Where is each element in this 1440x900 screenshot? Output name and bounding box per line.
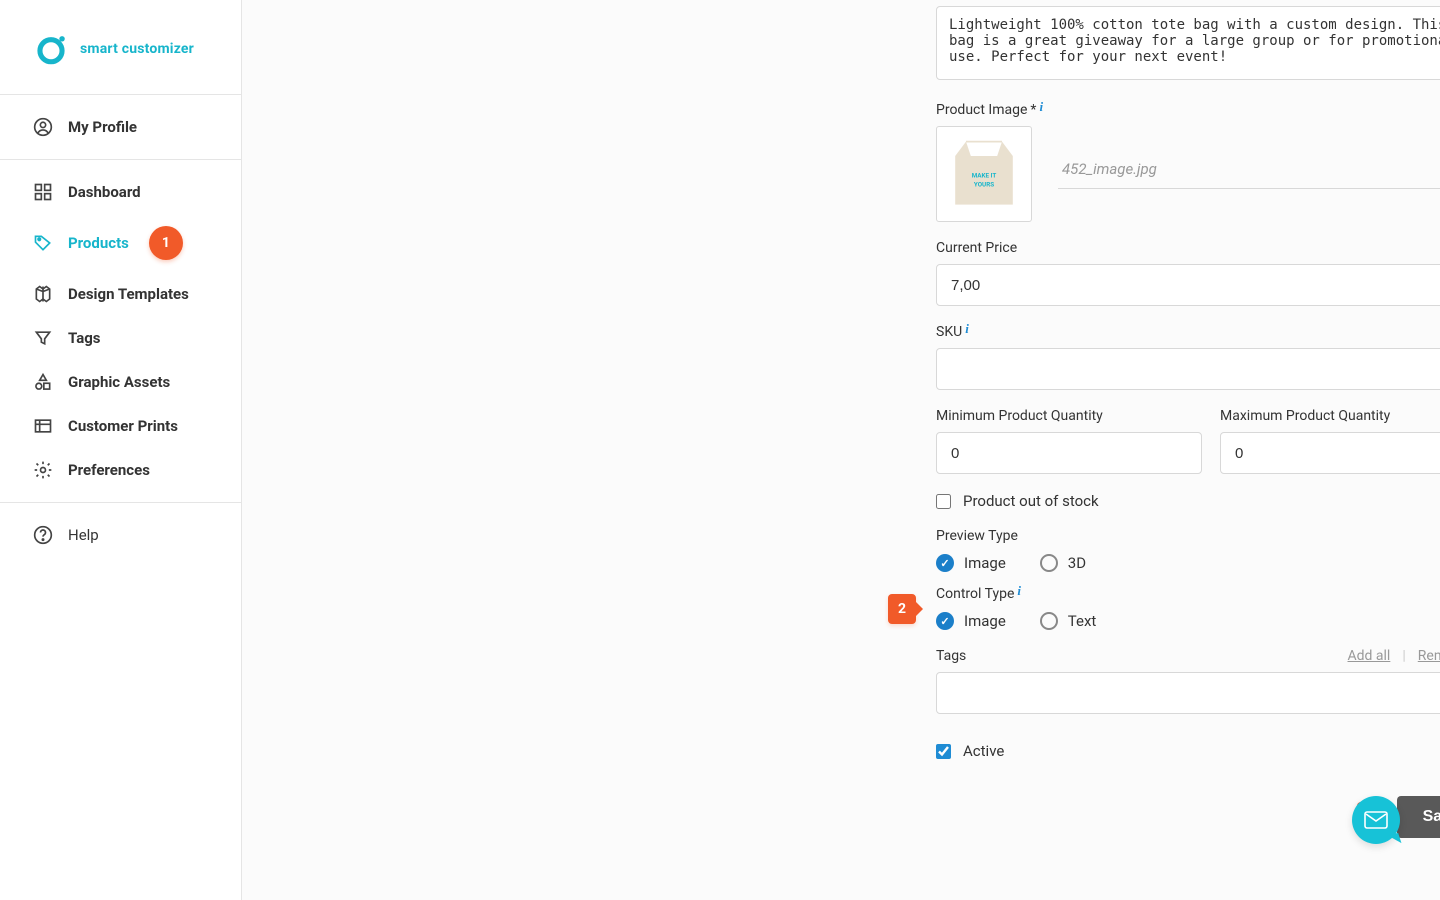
chat-fab-button[interactable]	[1352, 796, 1400, 844]
product-image-thumbnail[interactable]: MAKE IT YOURS	[936, 126, 1032, 222]
help-icon	[32, 525, 54, 545]
tag-icon	[32, 233, 54, 253]
product-image-label: Product Image * i	[936, 102, 1440, 118]
sidebar-item-my-profile[interactable]: My Profile	[0, 95, 241, 159]
sidebar-item-label: My Profile	[68, 118, 137, 136]
dashboard-icon	[32, 182, 54, 202]
prints-icon	[32, 416, 54, 436]
sidebar-item-label: Graphic Assets	[68, 373, 170, 391]
sidebar-item-help[interactable]: Help	[0, 513, 241, 557]
min-qty-input[interactable]	[936, 432, 1202, 474]
sidebar-item-tags[interactable]: Tags	[0, 316, 241, 360]
svg-text:YOURS: YOURS	[974, 181, 994, 189]
preview-type-image-radio[interactable]: Image	[936, 554, 1006, 572]
svg-text:MAKE IT: MAKE IT	[972, 172, 997, 180]
out-of-stock-label: Product out of stock	[963, 492, 1099, 510]
sidebar: smart customizer My Profile Dashboard	[0, 0, 242, 900]
sidebar-item-dashboard[interactable]: Dashboard	[0, 170, 241, 214]
radio-label: Image	[964, 612, 1006, 630]
active-label: Active	[963, 742, 1004, 760]
template-icon	[32, 284, 54, 304]
tags-input[interactable]	[936, 672, 1440, 714]
sku-input[interactable]	[936, 348, 1440, 390]
sidebar-item-label: Design Templates	[68, 285, 189, 303]
radio-selected-icon	[936, 612, 954, 630]
sidebar-item-design-templates[interactable]: Design Templates	[0, 272, 241, 316]
radio-label: Image	[964, 554, 1006, 572]
sidebar-item-products[interactable]: Products 1	[0, 214, 241, 272]
save-button[interactable]: Save	[1397, 796, 1440, 838]
tags-remove-all-link[interactable]: Remove all	[1418, 648, 1440, 664]
info-icon[interactable]: i	[965, 321, 969, 337]
current-price-label: Current Price	[936, 240, 1440, 256]
sidebar-item-customer-prints[interactable]: Customer Prints	[0, 404, 241, 448]
min-qty-label: Minimum Product Quantity	[936, 408, 1202, 424]
user-icon	[32, 117, 54, 137]
sidebar-item-label: Preferences	[68, 461, 150, 479]
separator: |	[1402, 648, 1405, 664]
sidebar-item-label: Tags	[68, 329, 101, 347]
current-price-input[interactable]	[936, 264, 1440, 306]
sidebar-item-label: Customer Prints	[68, 417, 178, 435]
gear-icon	[32, 460, 54, 480]
control-type-text-radio[interactable]: Text	[1040, 612, 1097, 630]
brand-name: smart customizer	[80, 41, 194, 57]
tags-add-all-link[interactable]: Add all	[1348, 648, 1391, 664]
sidebar-item-graphic-assets[interactable]: Graphic Assets	[0, 360, 241, 404]
out-of-stock-checkbox[interactable]	[936, 494, 951, 509]
radio-unselected-icon	[1040, 554, 1058, 572]
radio-unselected-icon	[1040, 612, 1058, 630]
sidebar-item-label: Products	[68, 234, 129, 252]
products-badge: 1	[149, 226, 183, 260]
brand-logo-icon	[34, 32, 68, 66]
info-icon[interactable]: i	[1017, 583, 1021, 599]
active-checkbox[interactable]	[936, 744, 951, 759]
sku-label: SKU i	[936, 324, 1440, 340]
sidebar-item-preferences[interactable]: Preferences	[0, 448, 241, 492]
radio-label: 3D	[1068, 554, 1086, 572]
sidebar-item-label: Dashboard	[68, 183, 141, 201]
filter-icon	[32, 328, 54, 348]
max-qty-label: Maximum Product Quantity	[1220, 408, 1440, 424]
max-qty-input[interactable]	[1220, 432, 1440, 474]
preview-type-3d-radio[interactable]: 3D	[1040, 554, 1086, 572]
main-content: Product Image * i MAKE IT YOURS	[242, 0, 1440, 900]
product-image-filename[interactable]: 452_image.jpg	[1058, 160, 1440, 189]
tags-label: Tags	[936, 648, 966, 664]
radio-selected-icon	[936, 554, 954, 572]
brand: smart customizer	[0, 0, 241, 94]
control-type-label: Control Type i	[936, 586, 1440, 602]
preview-type-label: Preview Type	[936, 528, 1440, 544]
sidebar-item-label: Help	[68, 526, 99, 544]
description-textarea[interactable]	[936, 6, 1440, 80]
control-type-image-radio[interactable]: Image	[936, 612, 1006, 630]
radio-label: Text	[1068, 612, 1097, 630]
shapes-icon	[32, 372, 54, 392]
info-icon[interactable]: i	[1039, 99, 1043, 115]
callout-step-2: 2	[888, 594, 916, 624]
